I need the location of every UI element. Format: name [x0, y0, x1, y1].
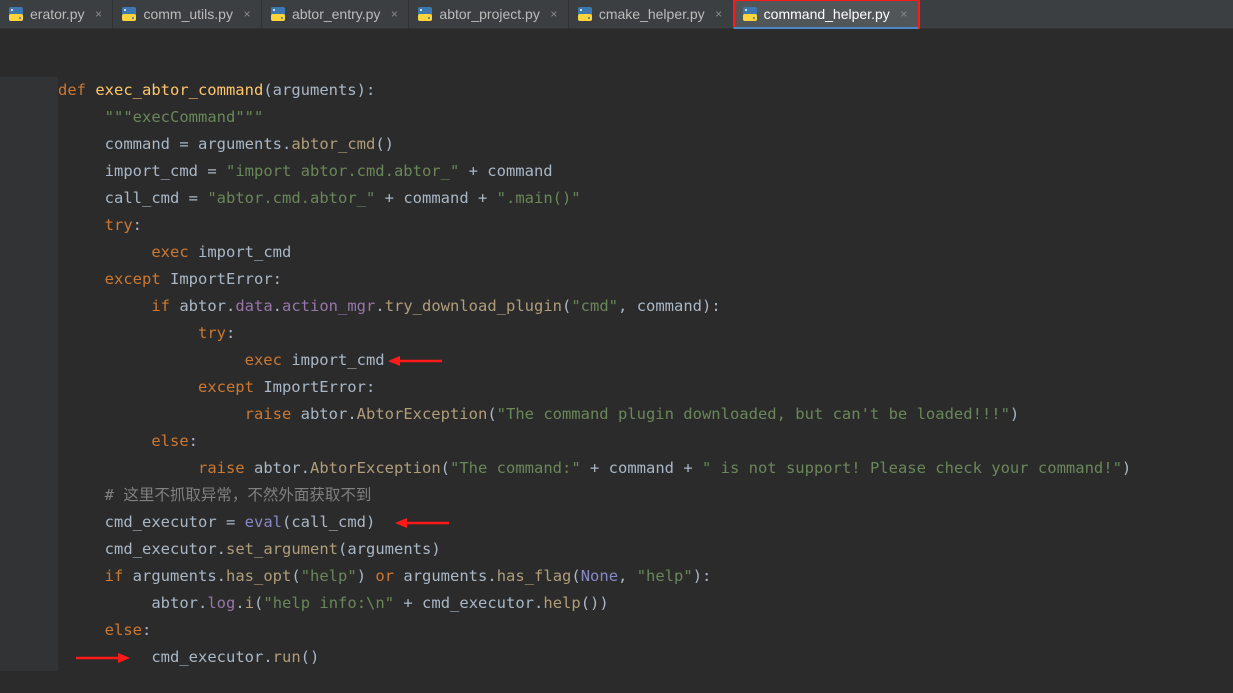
code-line: if arguments.has_opt("help") or argument…: [58, 563, 1233, 590]
code-line: try:: [58, 212, 1233, 239]
code-line: cmd_executor.set_argument(arguments): [58, 536, 1233, 563]
code-line: def exec_abtor_command(arguments):: [58, 77, 1233, 104]
tab-label: command_helper.py: [764, 6, 890, 22]
tab-abtor_project-py[interactable]: abtor_project.py ×: [409, 0, 568, 28]
code-line: exec import_cmd: [58, 239, 1233, 266]
python-file-icon: [577, 6, 593, 22]
code-line: except ImportError:: [58, 266, 1233, 293]
code-line: try:: [58, 320, 1233, 347]
code-line: else:: [58, 617, 1233, 644]
code-line: cmd_executor.run(): [58, 644, 1233, 671]
python-file-icon: [8, 6, 24, 22]
tab-label: comm_utils.py: [143, 6, 232, 22]
tab-label: abtor_entry.py: [292, 6, 380, 22]
python-file-icon: [270, 6, 286, 22]
code-area[interactable]: def exec_abtor_command(arguments): """ex…: [58, 77, 1233, 671]
tab-label: erator.py: [30, 6, 84, 22]
code-line: cmd_executor = eval(call_cmd): [58, 509, 1233, 536]
close-icon[interactable]: ×: [898, 8, 910, 20]
code-line: call_cmd = "abtor.cmd.abtor_" + command …: [58, 185, 1233, 212]
close-icon[interactable]: ×: [241, 8, 253, 20]
code-line: if abtor.data.action_mgr.try_download_pl…: [58, 293, 1233, 320]
tab-erator-py[interactable]: erator.py ×: [0, 0, 113, 28]
code-line: import_cmd = "import abtor.cmd.abtor_" +…: [58, 158, 1233, 185]
code-line: command = arguments.abtor_cmd(): [58, 131, 1233, 158]
tab-bar: erator.py × comm_utils.py × abtor_entry.py…: [0, 0, 1233, 29]
close-icon[interactable]: ×: [713, 8, 725, 20]
code-line: abtor.log.i("help info:\n" + cmd_executo…: [58, 590, 1233, 617]
tab-abtor_entry-py[interactable]: abtor_entry.py ×: [262, 0, 409, 28]
code-line: """execCommand""": [58, 104, 1233, 131]
python-file-icon: [417, 6, 433, 22]
code-editor[interactable]: def exec_abtor_command(arguments): """ex…: [0, 29, 1233, 671]
close-icon[interactable]: ×: [548, 8, 560, 20]
code-line: except ImportError:: [58, 374, 1233, 401]
python-file-icon: [121, 6, 137, 22]
close-icon[interactable]: ×: [92, 8, 104, 20]
tab-label: cmake_helper.py: [599, 6, 705, 22]
editor-gutter: [0, 77, 58, 671]
tab-label: abtor_project.py: [439, 6, 539, 22]
code-line: raise abtor.AbtorException("The command …: [58, 401, 1233, 428]
code-line: # 这里不抓取异常，不然外面获取不到: [58, 482, 1233, 509]
python-file-icon: [742, 6, 758, 22]
code-line: else:: [58, 428, 1233, 455]
tab-command_helper-py[interactable]: command_helper.py ×: [734, 0, 919, 28]
code-line: raise abtor.AbtorException("The command:…: [58, 455, 1233, 482]
tab-comm_utils-py[interactable]: comm_utils.py ×: [113, 0, 261, 28]
tab-cmake_helper-py[interactable]: cmake_helper.py ×: [569, 0, 734, 28]
close-icon[interactable]: ×: [388, 8, 400, 20]
code-line: exec import_cmd: [58, 347, 1233, 374]
